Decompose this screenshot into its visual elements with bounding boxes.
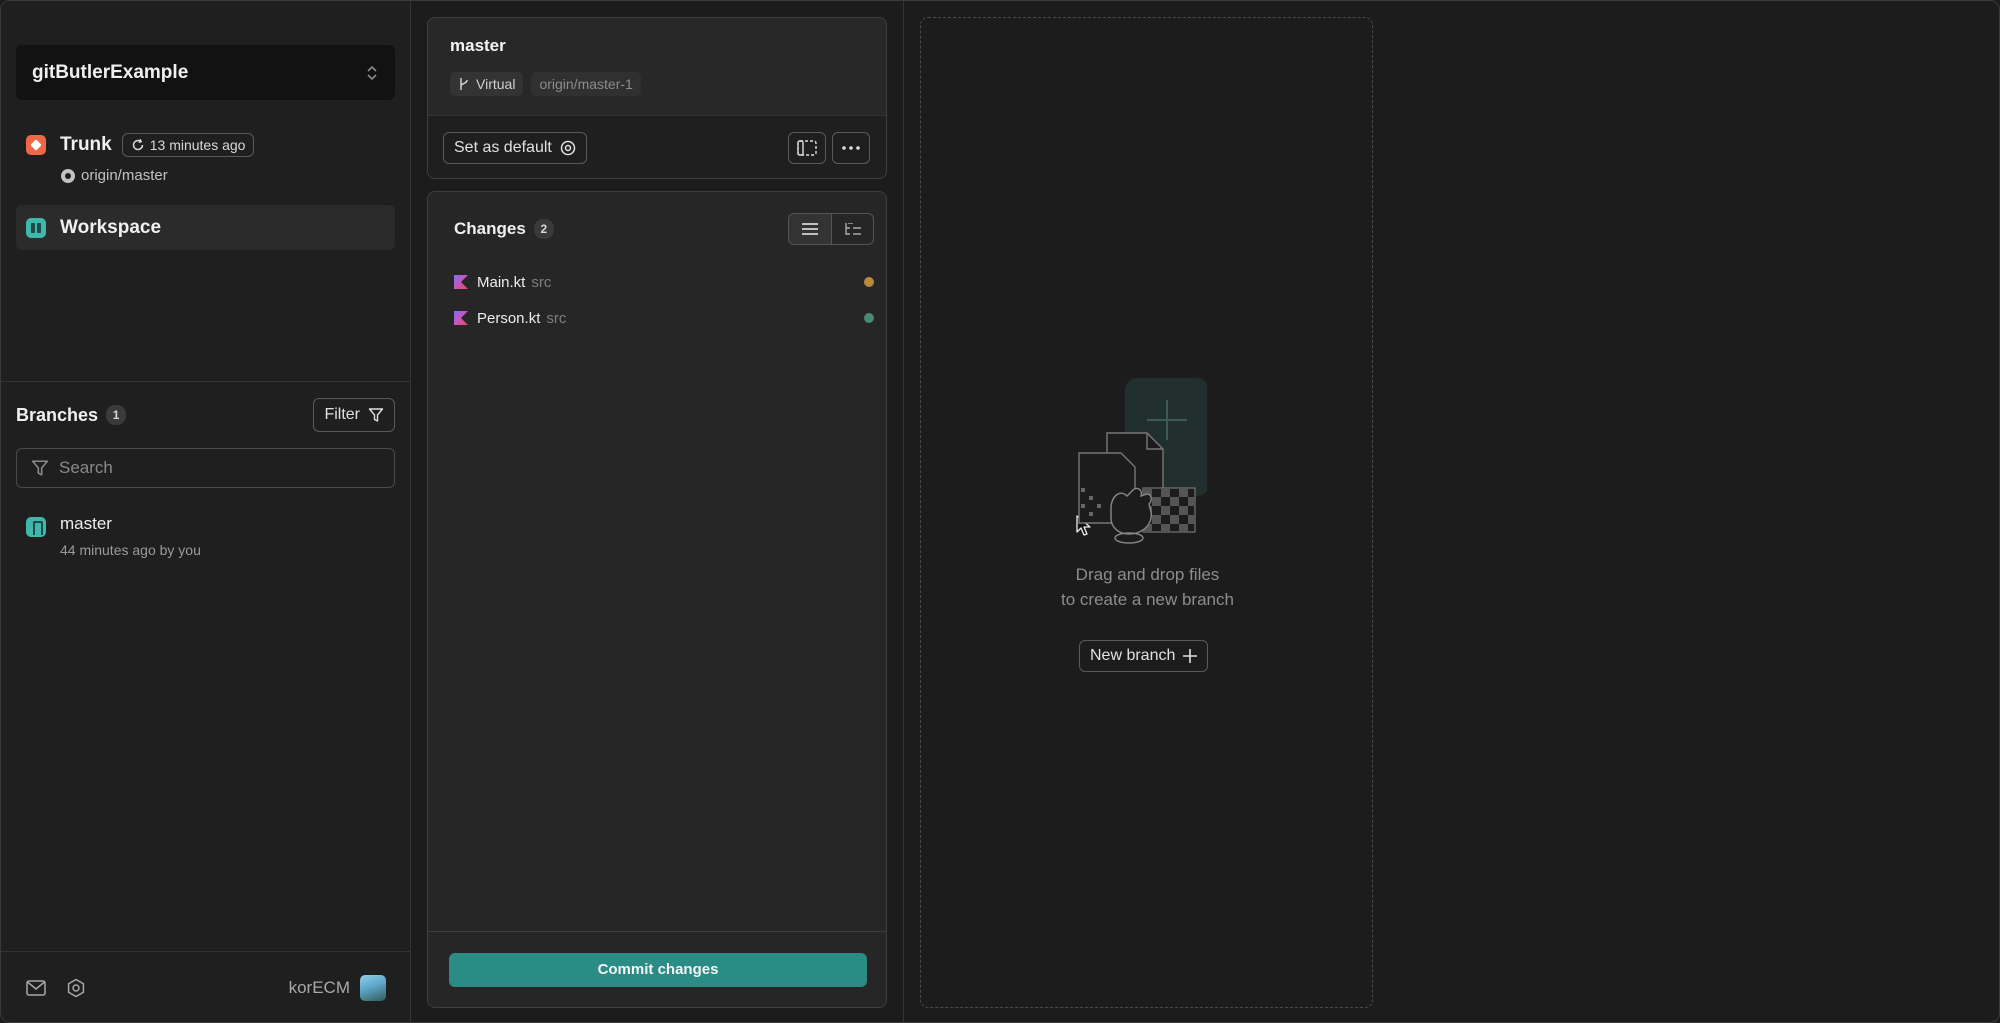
sidebar: gitButlerExample Trunk 13 minutes ago or…	[1, 1, 411, 1022]
branches-count-badge: 1	[106, 405, 127, 425]
workspace-icon	[26, 217, 46, 238]
sidebar-footer: korECM	[1, 951, 411, 1022]
filter-button[interactable]: Filter	[313, 398, 395, 432]
chevron-up-down-icon	[365, 63, 379, 83]
dropzone-text: Drag and drop files to create a new bran…	[921, 562, 1374, 612]
ellipsis-icon	[842, 146, 860, 150]
dropzone-line1: Drag and drop files	[1075, 565, 1220, 584]
file-name: Main.kt	[477, 273, 526, 291]
branch-meta: 44 minutes ago by you	[60, 542, 201, 558]
set-default-label: Set as default	[454, 139, 552, 156]
new-branch-dropzone[interactable]: Drag and drop files to create a new bran…	[920, 17, 1373, 1008]
branches-header: Branches 1 Filter	[16, 398, 395, 432]
trunk-updated-badge: 13 minutes ago	[121, 133, 255, 157]
set-default-button[interactable]: Set as default	[443, 132, 587, 164]
user-profile[interactable]: korECM	[289, 975, 386, 1001]
file-path: src	[531, 273, 552, 291]
changes-card: Changes 2 Main.kt src Person.kt src Comm…	[427, 191, 887, 1008]
view-mode-toggle	[788, 213, 874, 245]
file-row[interactable]: Person.kt src	[454, 300, 874, 336]
settings-icon[interactable]	[66, 978, 86, 998]
project-selector[interactable]: gitButlerExample	[16, 45, 395, 100]
branch-icon	[460, 78, 468, 90]
branch-header-card: master Virtual origin/master-1 Set as de…	[427, 17, 887, 179]
file-name: Person.kt	[477, 309, 541, 327]
workspace-item[interactable]: Workspace	[16, 205, 395, 250]
trunk-updated-text: 13 minutes ago	[149, 137, 246, 153]
filter-icon	[31, 460, 49, 476]
trunk-item[interactable]: Trunk 13 minutes ago origin/master	[26, 133, 396, 184]
changed-files-list: Main.kt src Person.kt src	[454, 264, 874, 336]
collapse-lane-button[interactable]	[788, 132, 826, 164]
tree-view-button[interactable]	[831, 214, 873, 244]
refresh-icon	[132, 138, 143, 151]
branch-icon	[26, 517, 46, 537]
plus-icon	[1183, 649, 1198, 663]
mail-icon[interactable]	[26, 980, 46, 996]
collapse-icon	[797, 140, 817, 156]
branch-name: master	[60, 514, 112, 533]
sidebar-divider	[1, 381, 411, 382]
added-status-dot	[864, 313, 874, 323]
file-path: src	[546, 309, 567, 327]
modified-status-dot	[864, 277, 874, 287]
branches-title: Branches	[16, 404, 99, 425]
branch-title[interactable]: master	[450, 36, 864, 56]
virtual-tag-label: Virtual	[476, 76, 516, 92]
remote-tag: origin/master-1	[531, 72, 641, 96]
commit-area: Commit changes	[428, 931, 886, 1007]
search-input[interactable]	[59, 458, 379, 478]
more-options-button[interactable]	[832, 132, 870, 164]
filter-icon	[368, 408, 384, 422]
kotlin-file-icon	[454, 275, 468, 289]
commit-changes-button[interactable]: Commit changes	[449, 952, 867, 987]
file-row[interactable]: Main.kt src	[454, 264, 874, 300]
kotlin-file-icon	[454, 311, 468, 325]
app-window: gitButlerExample Trunk 13 minutes ago or…	[0, 0, 2000, 1023]
username: korECM	[288, 978, 350, 997]
dropzone-line2: to create a new branch	[1061, 590, 1234, 609]
trunk-remote: origin/master	[81, 167, 168, 184]
filter-button-label: Filter	[324, 406, 360, 423]
project-name: gitButlerExample	[32, 61, 189, 83]
drag-drop-files-illustration	[1078, 378, 1207, 544]
branch-lane: master Virtual origin/master-1 Set as de…	[411, 1, 1091, 1022]
tree-icon	[844, 223, 861, 235]
new-branch-label: New branch	[1090, 647, 1176, 664]
avatar	[360, 975, 386, 1001]
workspace-label: Workspace	[60, 216, 162, 238]
github-icon	[61, 168, 75, 183]
new-branch-button[interactable]: New branch	[1079, 640, 1209, 672]
virtual-tag: Virtual	[450, 72, 524, 96]
branch-search	[16, 448, 395, 488]
changes-title: Changes	[454, 219, 526, 238]
changes-count-badge: 2	[533, 219, 554, 239]
target-icon	[560, 140, 576, 156]
branch-list-item[interactable]: master 44 minutes ago by you	[26, 514, 396, 558]
trunk-icon	[26, 135, 46, 155]
list-icon	[802, 223, 818, 235]
list-view-button[interactable]	[789, 214, 831, 244]
trunk-label: Trunk	[60, 134, 112, 155]
